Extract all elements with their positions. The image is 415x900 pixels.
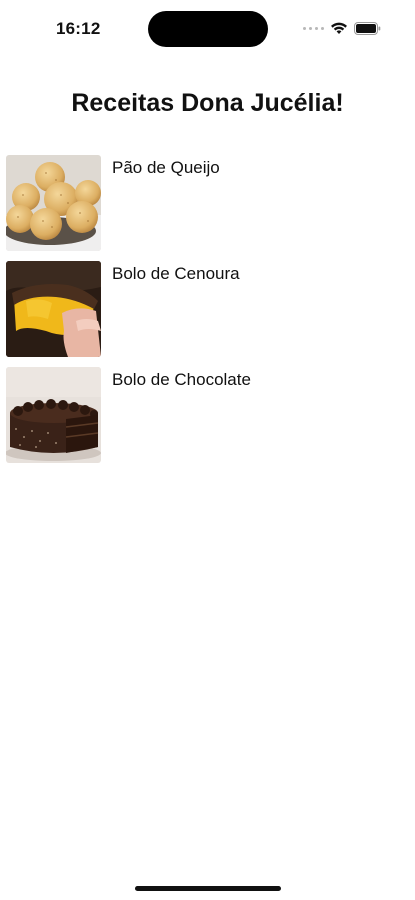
recipe-row-pao-de-queijo[interactable]: Pão de Queijo (6, 155, 406, 251)
dynamic-island (148, 11, 268, 47)
recipe-name: Bolo de Chocolate (112, 370, 251, 389)
bolo-de-chocolate-photo (6, 367, 101, 463)
pao-de-queijo-photo (6, 155, 101, 251)
recipe-name: Pão de Queijo (112, 158, 220, 177)
signal-dots-icon (303, 26, 324, 30)
wifi-icon (330, 21, 348, 35)
home-indicator[interactable] (135, 886, 281, 891)
recipe-row-bolo-de-chocolate[interactable]: Bolo de Chocolate (6, 367, 406, 463)
status-time: 16:12 (56, 19, 101, 38)
recipe-row-bolo-de-cenoura[interactable]: Bolo de Cenoura (6, 261, 406, 357)
status-icons (303, 20, 381, 36)
battery-icon (354, 21, 381, 35)
page-title: Receitas Dona Jucélia! (71, 89, 344, 117)
bolo-de-cenoura-photo (6, 261, 101, 357)
recipe-list: Pão de Queijo Bolo de Cenoura Bolo de Ch… (6, 155, 406, 473)
status-bar: 16:12 (0, 0, 415, 58)
recipe-name: Bolo de Cenoura (112, 264, 240, 283)
